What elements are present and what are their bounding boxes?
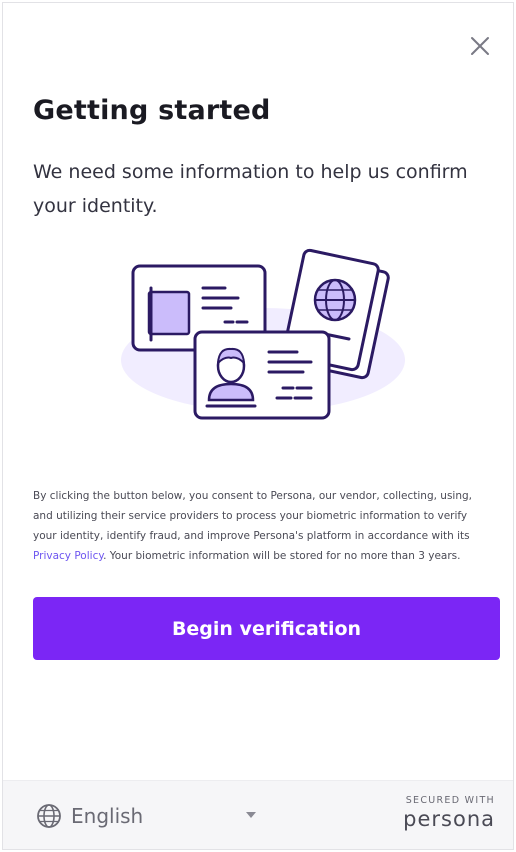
consent-text: By clicking the button below, you consen… (33, 486, 485, 566)
globe-icon (37, 804, 61, 828)
chevron-down-icon (246, 812, 256, 818)
footer: English SECURED WITH persona (3, 780, 513, 849)
verification-dialog: Getting started We need some information… (2, 2, 514, 850)
close-button[interactable] (467, 33, 493, 59)
consent-text-after: . Your biometric information will be sto… (103, 550, 461, 562)
id-card (193, 330, 331, 420)
consent-text-before: By clicking the button below, you consen… (33, 490, 472, 542)
page-title: Getting started (33, 95, 271, 126)
language-selector[interactable]: English (36, 803, 258, 829)
begin-verification-button[interactable]: Begin verification (33, 597, 500, 660)
secured-label: SECURED WITH (405, 795, 495, 806)
secured-with-persona: SECURED WITH persona (403, 795, 495, 831)
identity-documents-illustration (121, 248, 405, 420)
close-icon[interactable] (467, 33, 493, 59)
page-subtitle: We need some information to help us conf… (33, 161, 468, 217)
persona-logo: persona (403, 807, 495, 831)
privacy-policy-link[interactable]: Privacy Policy (33, 550, 103, 562)
language-selected: English (71, 804, 144, 828)
